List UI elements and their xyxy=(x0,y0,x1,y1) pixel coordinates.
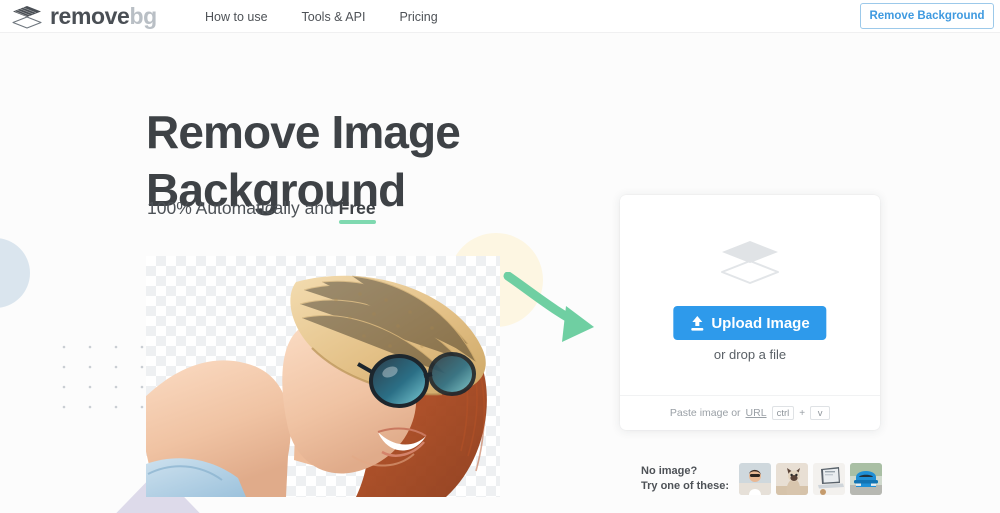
nav-item-pricing[interactable]: Pricing xyxy=(399,10,437,24)
main-nav: How to use Tools & API Pricing xyxy=(205,0,438,33)
sample-thumbnail-car[interactable] xyxy=(850,463,882,495)
sample-thumbnail-woman[interactable] xyxy=(739,463,771,495)
hero-image xyxy=(146,256,500,497)
decor-blue-circle xyxy=(0,238,30,308)
layers-icon xyxy=(12,5,42,29)
logo[interactable]: removebg xyxy=(12,3,157,30)
sample-thumbnail-laptop[interactable] xyxy=(813,463,845,495)
upload-image-button[interactable]: Upload Image xyxy=(673,306,826,340)
sample-label-line2: Try one of these: xyxy=(641,479,729,494)
layers-icon xyxy=(719,239,781,285)
nav-item-how-to-use[interactable]: How to use xyxy=(205,10,268,24)
page-root: removebg How to use Tools & API Pricing … xyxy=(0,0,1000,513)
key-ctrl: ctrl xyxy=(772,406,795,420)
page-subtitle: 100% Automatically and Free xyxy=(147,198,376,219)
logo-text-secondary: bg xyxy=(129,3,156,29)
hero-photo-woman xyxy=(146,256,500,497)
key-plus: + xyxy=(799,408,805,419)
paste-hint-bar: Paste image or URL ctrl + v xyxy=(620,395,880,430)
upload-card: Upload Image or drop a file Paste image … xyxy=(620,195,880,430)
site-header: removebg How to use Tools & API Pricing … xyxy=(0,0,1000,33)
key-v: v xyxy=(810,406,830,420)
page-subtitle-prefix: 100% Automatically and xyxy=(147,198,339,218)
sample-images-label: No image? Try one of these: xyxy=(641,464,729,494)
paste-url-link[interactable]: URL xyxy=(746,407,767,419)
green-arrow-icon xyxy=(500,272,610,352)
upload-dropzone[interactable]: Upload Image or drop a file xyxy=(620,195,880,395)
logo-text: removebg xyxy=(50,5,157,28)
page-title-line1: Remove Image xyxy=(146,106,460,158)
upload-icon xyxy=(690,316,704,331)
sample-thumbnails xyxy=(739,463,882,495)
sample-images-section: No image? Try one of these: xyxy=(641,463,882,495)
page-subtitle-highlight: Free xyxy=(339,198,376,219)
paste-hint-text: Paste image or xyxy=(670,407,741,419)
sample-label-line1: No image? xyxy=(641,464,729,479)
nav-item-tools-api[interactable]: Tools & API xyxy=(302,10,366,24)
sample-thumbnail-cat[interactable] xyxy=(776,463,808,495)
upload-image-button-label: Upload Image xyxy=(711,315,809,332)
remove-background-button[interactable]: Remove Background xyxy=(860,3,994,29)
drop-file-hint: or drop a file xyxy=(620,347,880,362)
logo-text-primary: remove xyxy=(50,3,129,29)
